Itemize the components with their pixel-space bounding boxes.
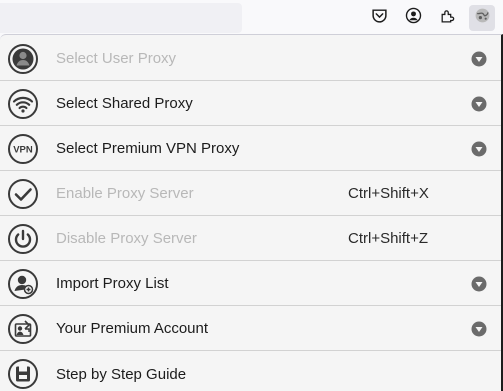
select-shared-proxy-item[interactable]: Select Shared Proxy — [0, 82, 501, 126]
guide-icon — [7, 358, 39, 390]
submenu-arrow-icon — [471, 96, 487, 112]
vpn-icon-text: VPN — [13, 145, 33, 156]
enable-proxy-server-item[interactable]: Enable Proxy Server Ctrl+Shift+X — [0, 172, 501, 216]
import-icon — [7, 268, 39, 300]
submenu-arrow-icon — [471, 276, 487, 292]
menu-item-label: Select Shared Proxy — [56, 95, 193, 112]
vpn-icon: VPN — [7, 133, 39, 165]
wifi-icon — [7, 88, 39, 120]
extensions-button[interactable] — [434, 5, 460, 31]
proxy-extension-button[interactable] — [469, 5, 495, 31]
menu-item-label: Select User Proxy — [56, 50, 177, 67]
menu-item-label: Step by Step Guide — [56, 365, 187, 383]
submenu-arrow-icon — [471, 51, 487, 67]
menu-item-label: Enable Proxy Server — [56, 185, 194, 202]
pocket-icon — [371, 7, 388, 29]
check-circle-icon — [7, 178, 39, 210]
select-user-proxy-item[interactable]: Select User Proxy — [0, 37, 501, 81]
account-button[interactable] — [400, 5, 426, 31]
url-bar[interactable] — [0, 3, 242, 33]
step-by-step-guide-item[interactable]: Step by Step Guide — [0, 352, 501, 391]
menu-item-label: Disable Proxy Server — [56, 230, 197, 247]
disable-proxy-server-item[interactable]: Disable Proxy Server Ctrl+Shift+Z — [0, 217, 501, 261]
keyboard-shortcut: Ctrl+Shift+Z — [348, 230, 429, 247]
premium-account-icon — [7, 313, 39, 345]
menu-item-label: Select Premium VPN Proxy — [56, 140, 240, 157]
submenu-arrow-icon — [471, 141, 487, 157]
premium-account-item[interactable]: Your Premium Account — [0, 307, 501, 351]
extensions-icon — [439, 7, 456, 29]
power-icon — [7, 223, 39, 255]
submenu-arrow-icon — [471, 321, 487, 337]
keyboard-shortcut: Ctrl+Shift+X — [348, 185, 429, 202]
browser-toolbar — [0, 0, 503, 34]
menu-item-label: Your Premium Account — [56, 320, 209, 337]
menu-item-label: Import Proxy List — [56, 275, 169, 292]
pocket-button[interactable] — [366, 5, 392, 31]
proxy-extension-icon — [474, 7, 491, 29]
import-proxy-list-item[interactable]: Import Proxy List — [0, 262, 501, 306]
select-premium-vpn-proxy-item[interactable]: VPN Select Premium VPN Proxy — [0, 127, 501, 171]
proxy-menu-panel: Select User Proxy Select Shared Proxy VP… — [0, 34, 503, 391]
account-icon — [405, 7, 422, 29]
user-proxy-icon — [7, 43, 39, 75]
